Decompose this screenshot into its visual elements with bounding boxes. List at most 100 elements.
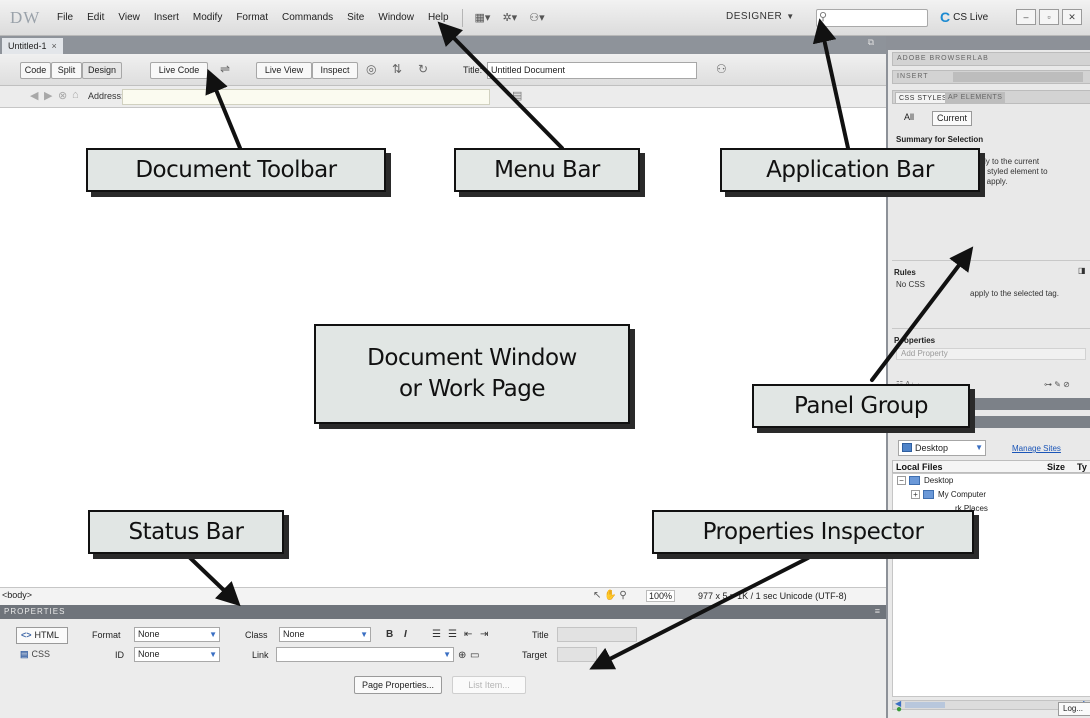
stop-icon[interactable]: ⊗ bbox=[58, 89, 67, 102]
menu-insert[interactable]: Insert bbox=[147, 12, 186, 23]
menu-edit[interactable]: Edit bbox=[80, 12, 111, 23]
italic-button[interactable]: I bbox=[404, 629, 407, 640]
page-properties-button[interactable]: Page Properties... bbox=[354, 676, 442, 694]
select-tools-icon[interactable]: ↖ ✋ ⚲ bbox=[593, 590, 627, 601]
help-search-input[interactable]: ⚲ bbox=[816, 9, 928, 27]
collapse-icon[interactable]: − bbox=[897, 476, 906, 485]
tab-ap-elements[interactable]: AP ELEMENTS bbox=[945, 92, 1006, 104]
file-tree: −Desktop +My Computer rk Places tems bbox=[892, 473, 1090, 697]
callout-properties-inspector: Properties Inspector bbox=[652, 510, 974, 554]
tab-css-styles[interactable]: CSS STYLES bbox=[895, 92, 952, 104]
computer-icon bbox=[923, 490, 934, 499]
insert-category[interactable] bbox=[953, 72, 1083, 82]
rules-toggle-icon[interactable]: ◨ bbox=[1078, 266, 1086, 276]
restore-icon[interactable]: ⧉ bbox=[868, 37, 874, 48]
scrollbar-thumb[interactable] bbox=[905, 702, 945, 708]
workspace-switcher[interactable]: DESIGNER ▼ bbox=[726, 11, 795, 22]
browserlab-label: ADOBE BROWSERLAB bbox=[897, 55, 989, 62]
back-icon[interactable]: ◀ bbox=[30, 89, 38, 102]
live-view-button[interactable]: Live View bbox=[256, 62, 312, 79]
document-title-input[interactable]: Untitled Document bbox=[487, 62, 697, 79]
expand-icon[interactable]: + bbox=[911, 490, 920, 499]
manage-sites-link[interactable]: Manage Sites bbox=[1012, 444, 1061, 453]
all-button[interactable]: All bbox=[900, 111, 918, 126]
target-field[interactable] bbox=[557, 647, 597, 662]
local-files-header[interactable]: Local Files bbox=[896, 462, 943, 472]
id-select[interactable]: None ▼ bbox=[134, 647, 220, 662]
chevron-down-icon: ▼ bbox=[443, 650, 451, 659]
unordered-list-icon[interactable]: ☰ bbox=[432, 629, 441, 640]
panel-divider[interactable] bbox=[892, 328, 1090, 329]
panel-menu-icon[interactable]: ≡ bbox=[875, 606, 880, 616]
add-property-link[interactable]: Add Property bbox=[896, 348, 1086, 360]
point-to-file-icon[interactable]: ⊕ bbox=[458, 650, 466, 661]
panel-divider[interactable] bbox=[892, 260, 1090, 261]
document-tab-strip: Untitled-1 × ⧉ bbox=[0, 36, 886, 54]
browser-navigation-bar: ◀ ▶ ⊗ ⌂ Address: ▤ bbox=[0, 86, 886, 108]
document-tab[interactable]: Untitled-1 × bbox=[2, 38, 63, 54]
chevron-down-icon: ▼ bbox=[209, 650, 217, 659]
design-view-button[interactable]: Design bbox=[82, 62, 122, 79]
browserlab-panel-header[interactable]: ADOBE BROWSERLAB bbox=[892, 52, 1090, 66]
window-size[interactable]: 977 x 5 bbox=[698, 591, 728, 601]
size-header[interactable]: Size bbox=[1047, 462, 1065, 472]
globe-preview-icon[interactable]: ◎ bbox=[366, 62, 376, 76]
minimize-button[interactable]: – bbox=[1016, 9, 1036, 25]
tree-item-desktop[interactable]: − Desktop bbox=[897, 476, 953, 485]
menu-site[interactable]: Site bbox=[340, 12, 371, 23]
refresh-icon[interactable]: ↻ bbox=[418, 62, 428, 76]
ordered-list-icon[interactable]: ☰ bbox=[448, 629, 457, 640]
class-select[interactable]: None ▼ bbox=[279, 627, 371, 642]
properties-header[interactable]: PROPERTIES ≡ bbox=[0, 605, 886, 619]
close-icon[interactable]: × bbox=[52, 41, 57, 51]
download-time: 1K / 1 sec bbox=[737, 591, 778, 601]
browse-folder-icon[interactable]: ▭ bbox=[470, 650, 479, 661]
file-management-icon[interactable]: ⇅ bbox=[392, 62, 402, 76]
css-mode-button[interactable]: ▤ CSS bbox=[16, 647, 68, 664]
site-select[interactable]: Desktop ▼ bbox=[898, 440, 986, 456]
visual-aids-icon[interactable]: ⚇ bbox=[716, 62, 727, 76]
menu-view[interactable]: View bbox=[111, 12, 147, 23]
title-field[interactable] bbox=[557, 627, 637, 642]
html-mode-button[interactable]: <> HTML bbox=[16, 627, 68, 644]
callout-properties-inspector-text: Properties Inspector bbox=[702, 518, 924, 545]
menu-help[interactable]: Help bbox=[421, 12, 456, 23]
address-input[interactable] bbox=[122, 89, 490, 105]
callout-panel-group: Panel Group bbox=[752, 384, 970, 428]
format-select[interactable]: None ▼ bbox=[134, 627, 220, 642]
zoom-select[interactable]: 100% bbox=[646, 590, 676, 602]
callout-status-bar-text: Status Bar bbox=[128, 518, 244, 545]
tag-selector[interactable]: <body> bbox=[2, 590, 32, 600]
home-icon[interactable]: ⌂ bbox=[72, 89, 79, 101]
outdent-icon[interactable]: ⇤ bbox=[464, 629, 472, 640]
site-icon[interactable]: ⚇▾ bbox=[523, 11, 550, 24]
extend-icon[interactable]: ✲▾ bbox=[496, 11, 523, 24]
maximize-button[interactable]: ▫ bbox=[1039, 9, 1059, 25]
browse-options-icon[interactable]: ▤ bbox=[512, 89, 522, 102]
menu-window[interactable]: Window bbox=[371, 12, 421, 23]
live-code-button[interactable]: Live Code bbox=[150, 62, 208, 79]
split-view-button[interactable]: Split bbox=[51, 62, 82, 79]
menu-modify[interactable]: Modify bbox=[186, 12, 229, 23]
code-view-button[interactable]: Code bbox=[20, 62, 51, 79]
insert-panel-header[interactable]: INSERT bbox=[892, 70, 1090, 84]
list-item-button[interactable]: List Item... bbox=[452, 676, 526, 694]
link-input[interactable]: ▼ bbox=[276, 647, 454, 662]
log-button[interactable]: Log... bbox=[1058, 702, 1090, 716]
type-header[interactable]: Ty bbox=[1077, 462, 1087, 472]
current-button[interactable]: Current bbox=[932, 111, 973, 126]
menu-commands[interactable]: Commands bbox=[275, 12, 340, 23]
close-button[interactable]: ✕ bbox=[1062, 9, 1082, 25]
forward-icon[interactable]: ▶ bbox=[44, 89, 52, 102]
bold-button[interactable]: B bbox=[386, 629, 393, 640]
menu-format[interactable]: Format bbox=[229, 12, 275, 23]
tree-item-computer[interactable]: + My Computer bbox=[911, 490, 986, 499]
layout-icon[interactable]: ▦▾ bbox=[469, 11, 497, 24]
inspect-button[interactable]: Inspect bbox=[312, 62, 358, 79]
css-action-icons[interactable]: ⊶ ✎ ⊘ bbox=[1044, 380, 1070, 390]
indent-icon[interactable]: ⇥ bbox=[480, 629, 488, 640]
tree-label: Desktop bbox=[924, 476, 954, 485]
menu-file[interactable]: File bbox=[50, 12, 80, 23]
refresh-design-icon[interactable]: ⇌ bbox=[220, 62, 230, 76]
cs-live-button[interactable]: C CS Live bbox=[940, 9, 988, 25]
